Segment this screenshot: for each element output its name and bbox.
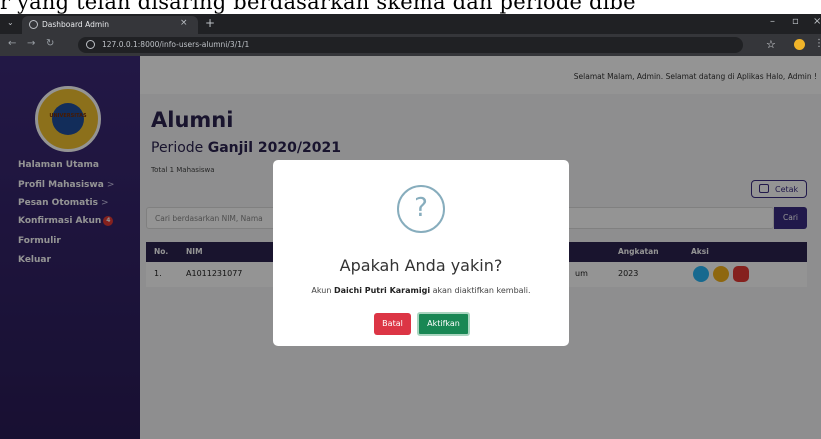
- forward-icon[interactable]: →: [27, 38, 35, 49]
- confirm-dialog: ? Apakah Anda yakin? Akun Daichi Putri K…: [273, 160, 569, 346]
- profile-avatar[interactable]: [794, 39, 805, 50]
- favicon-icon: [29, 20, 38, 29]
- url-input[interactable]: 127.0.0.1:8000/info-users-alumni/3/1/1: [78, 37, 743, 53]
- address-bar: ← → ↻ 127.0.0.1:8000/info-users-alumni/3…: [0, 34, 821, 56]
- dialog-title: Apakah Anda yakin?: [339, 256, 503, 275]
- browser-tab[interactable]: Dashboard Admin ×: [22, 16, 198, 34]
- tab-close-icon[interactable]: ×: [180, 18, 188, 28]
- bookmark-star-icon[interactable]: ☆: [766, 38, 776, 51]
- browser-tab-bar: ⌄ Dashboard Admin × + – ▫ ×: [0, 14, 821, 34]
- back-icon[interactable]: ←: [8, 38, 16, 49]
- cancel-button[interactable]: Batal: [374, 313, 411, 335]
- maximize-icon[interactable]: ▫: [792, 16, 799, 27]
- question-icon: ?: [397, 185, 445, 233]
- dialog-message: Akun Daichi Putri Karamigi akan diaktifk…: [311, 286, 531, 295]
- url-text: 127.0.0.1:8000/info-users-alumni/3/1/1: [102, 40, 250, 49]
- menu-kebab-icon[interactable]: ⋮: [814, 38, 821, 49]
- site-info-icon[interactable]: [86, 40, 95, 49]
- new-tab-icon[interactable]: +: [205, 16, 215, 30]
- page-viewport: UNIVERSITAS Halaman Utama Profil Mahasis…: [0, 56, 821, 439]
- minimize-icon[interactable]: –: [770, 16, 775, 27]
- activate-button[interactable]: Aktifkan: [417, 312, 470, 336]
- close-window-icon[interactable]: ×: [813, 16, 821, 27]
- tab-search-icon[interactable]: ⌄: [7, 18, 14, 27]
- caption-text-cropped: r yang telah disaring berdasarkan skema …: [0, 0, 821, 14]
- reload-icon[interactable]: ↻: [46, 38, 54, 49]
- tab-title: Dashboard Admin: [42, 20, 109, 29]
